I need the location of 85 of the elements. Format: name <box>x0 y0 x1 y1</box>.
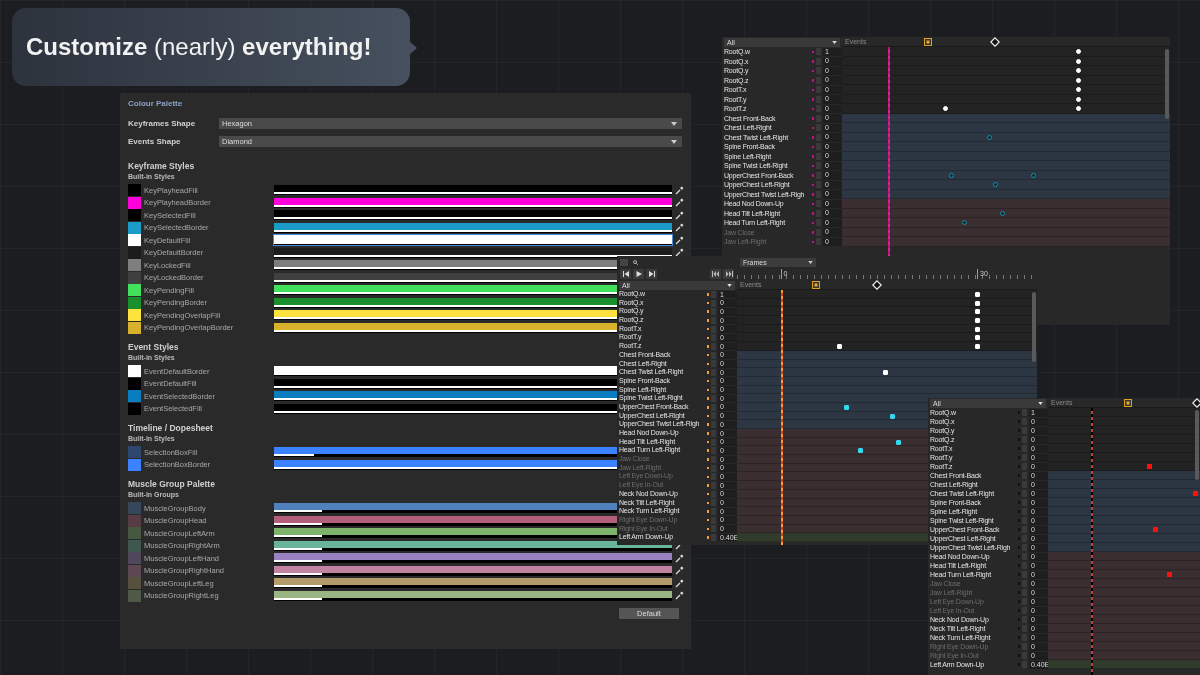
eyedropper-icon[interactable] <box>675 185 684 195</box>
scrollbar[interactable] <box>1165 49 1169 119</box>
color-field[interactable] <box>274 553 672 564</box>
play-button[interactable] <box>633 268 644 279</box>
color-swatch[interactable] <box>128 514 141 527</box>
color-swatch[interactable] <box>128 296 141 309</box>
color-field[interactable] <box>274 210 672 221</box>
color-field[interactable] <box>274 222 672 233</box>
color-swatch[interactable] <box>128 321 141 334</box>
search-icon <box>633 260 638 265</box>
color-swatch[interactable] <box>128 402 141 415</box>
color-swatch[interactable] <box>128 246 141 259</box>
color-swatch[interactable] <box>128 271 141 284</box>
caret-icon <box>832 41 837 44</box>
eyedropper-icon[interactable] <box>675 591 684 601</box>
color-field[interactable] <box>274 590 672 601</box>
color-field[interactable] <box>274 247 672 258</box>
color-field[interactable] <box>274 197 672 208</box>
color-swatch[interactable] <box>128 458 141 471</box>
color-swatch[interactable] <box>128 577 141 590</box>
diamond-icon[interactable] <box>1192 398 1200 408</box>
color-swatch[interactable] <box>128 209 141 222</box>
color-swatch[interactable] <box>128 221 141 234</box>
color-swatch[interactable] <box>128 502 141 515</box>
panel-title: Colour Palette <box>128 99 184 108</box>
event-marker-icon[interactable] <box>1124 399 1132 407</box>
color-field[interactable] <box>274 235 672 246</box>
field-label: Events Shape <box>128 137 182 146</box>
keyframe-icon[interactable] <box>895 439 901 445</box>
color-swatch[interactable] <box>128 377 141 390</box>
color-swatch[interactable] <box>128 552 141 565</box>
eyedropper-icon[interactable] <box>675 198 684 208</box>
color-field[interactable] <box>274 540 672 551</box>
caret-icon <box>671 139 677 144</box>
scrollbar[interactable] <box>1195 410 1199 480</box>
eyedropper-icon[interactable] <box>675 553 684 563</box>
bubble-pointer-icon <box>409 41 417 55</box>
color-swatch[interactable] <box>128 196 141 209</box>
caret-icon <box>808 261 813 264</box>
color-swatch[interactable] <box>128 390 141 403</box>
caret-icon <box>671 121 677 126</box>
color-swatch[interactable] <box>128 539 141 552</box>
skip-forward-icon <box>648 270 655 277</box>
eyedropper-icon[interactable] <box>675 210 684 220</box>
toggle-button[interactable] <box>620 259 628 266</box>
keyframe-icon[interactable] <box>889 413 895 419</box>
color-swatch[interactable] <box>128 234 141 247</box>
field-label: Keyframes Shape <box>128 119 197 128</box>
event-marker-icon[interactable] <box>812 281 820 289</box>
headline: Customize (nearly) everything! <box>26 33 372 61</box>
color-field[interactable] <box>274 578 672 589</box>
caret-icon <box>727 284 732 287</box>
color-field[interactable] <box>274 565 672 576</box>
eyedropper-icon[interactable] <box>675 578 684 588</box>
color-swatch[interactable] <box>128 184 141 197</box>
keyframe-icon[interactable] <box>857 448 863 454</box>
color-swatch[interactable] <box>128 259 141 272</box>
color-swatch[interactable] <box>128 589 141 602</box>
color-swatch[interactable] <box>128 564 141 577</box>
playhead-line[interactable] <box>1090 408 1093 675</box>
next-key-button[interactable] <box>723 268 734 279</box>
section-title: Muscle Group Palette <box>128 479 215 490</box>
keyframe-icon[interactable] <box>844 404 850 410</box>
skip-back-icon <box>622 270 629 277</box>
section-title: Timeline / Dopesheet <box>128 423 213 434</box>
scrollbar[interactable] <box>1032 292 1036 362</box>
caret-icon <box>1038 402 1043 405</box>
event-marker-icon[interactable] <box>924 38 932 46</box>
previous-key-icon <box>711 270 720 277</box>
playhead-line[interactable] <box>780 290 783 545</box>
previous-key-button[interactable] <box>710 268 721 279</box>
color-swatch[interactable] <box>128 365 141 378</box>
color-swatch[interactable] <box>128 527 141 540</box>
color-field[interactable] <box>274 185 672 196</box>
next-key-icon <box>724 270 733 277</box>
section-title: Keyframe Styles <box>128 161 195 172</box>
eyedropper-icon[interactable] <box>675 235 684 245</box>
section-title: Event Styles <box>128 342 179 353</box>
eyedropper-icon[interactable] <box>675 223 684 233</box>
color-swatch[interactable] <box>128 309 141 322</box>
color-swatch[interactable] <box>128 446 141 459</box>
color-swatch[interactable] <box>128 284 141 297</box>
eyedropper-icon[interactable] <box>675 566 684 576</box>
last-frame-button[interactable] <box>646 268 657 279</box>
first-frame-button[interactable] <box>620 268 631 279</box>
